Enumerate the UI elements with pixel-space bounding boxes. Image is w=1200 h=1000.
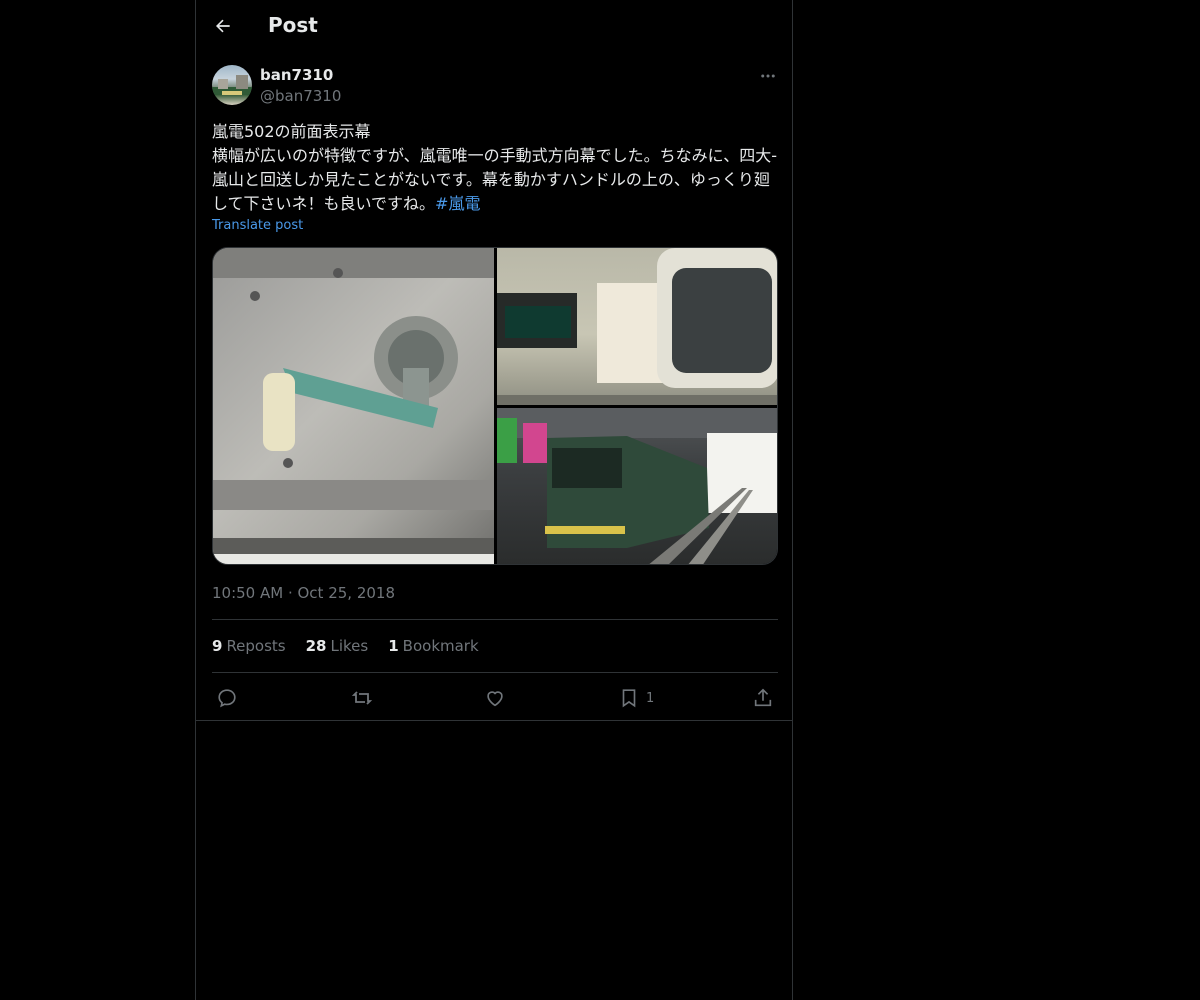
likes-label: Likes (330, 637, 369, 655)
reply-icon (218, 689, 236, 708)
author-handle[interactable]: @ban7310 (260, 87, 341, 105)
more-options-button[interactable] (756, 64, 780, 88)
divider (196, 720, 792, 721)
post-column: Post ban7310 @ban7310 嵐電502の前面表示幕 横幅が広いの… (195, 0, 793, 1000)
translate-post-link[interactable]: Translate post (212, 218, 303, 233)
divider (212, 672, 778, 673)
back-arrow-icon (216, 19, 230, 33)
author-display-name[interactable]: ban7310 (260, 66, 333, 84)
back-button[interactable] (210, 13, 236, 39)
post-stats: 9 Reposts 28 Likes 1 Bookmark (212, 637, 479, 655)
crank-handle-photo (213, 248, 494, 564)
repost-button[interactable] (350, 686, 374, 710)
bookmark-action-count: 1 (646, 690, 655, 706)
post-body-text: 嵐電502の前面表示幕 横幅が広いのが特徴ですが、嵐電唯一の手動式方向幕でした。… (212, 122, 777, 213)
like-button[interactable] (484, 686, 506, 710)
hashtag-link[interactable]: #嵐電 (435, 194, 480, 213)
like-icon (487, 691, 503, 707)
bookmarks-label: Bookmark (402, 637, 479, 655)
post-timestamp[interactable]: 10:50 AM · Oct 25, 2018 (212, 584, 395, 602)
page-title: Post (268, 13, 318, 37)
bookmark-button[interactable]: 1 (618, 686, 654, 710)
bookmarks-stat[interactable]: 1 Bookmark (388, 637, 478, 655)
share-button[interactable] (752, 686, 774, 710)
reposts-count: 9 (212, 637, 223, 655)
media-image-handle[interactable] (213, 248, 494, 564)
likes-stat[interactable]: 28 Likes (306, 637, 369, 655)
media-image-train[interactable] (497, 408, 777, 564)
bookmarks-count: 1 (388, 637, 399, 655)
repost-icon (351, 691, 373, 705)
avatar-image (212, 75, 252, 95)
more-icon (761, 74, 775, 78)
action-bar: 1 (196, 680, 792, 720)
bookmark-icon (622, 689, 636, 708)
reposts-label: Reposts (226, 637, 286, 655)
avatar[interactable] (212, 65, 252, 105)
reposts-stat[interactable]: 9 Reposts (212, 637, 286, 655)
media-image-destination-sign[interactable] (497, 248, 777, 405)
share-icon (754, 688, 772, 707)
train-photo (497, 408, 777, 564)
likes-count: 28 (305, 637, 327, 655)
divider (212, 619, 778, 620)
post-text: 嵐電502の前面表示幕 横幅が広いのが特徴ですが、嵐電唯一の手動式方向幕でした。… (212, 120, 778, 216)
destination-sign-photo (497, 248, 777, 405)
header: Post (196, 0, 792, 54)
media-grid (212, 247, 778, 565)
reply-button[interactable] (216, 686, 238, 710)
